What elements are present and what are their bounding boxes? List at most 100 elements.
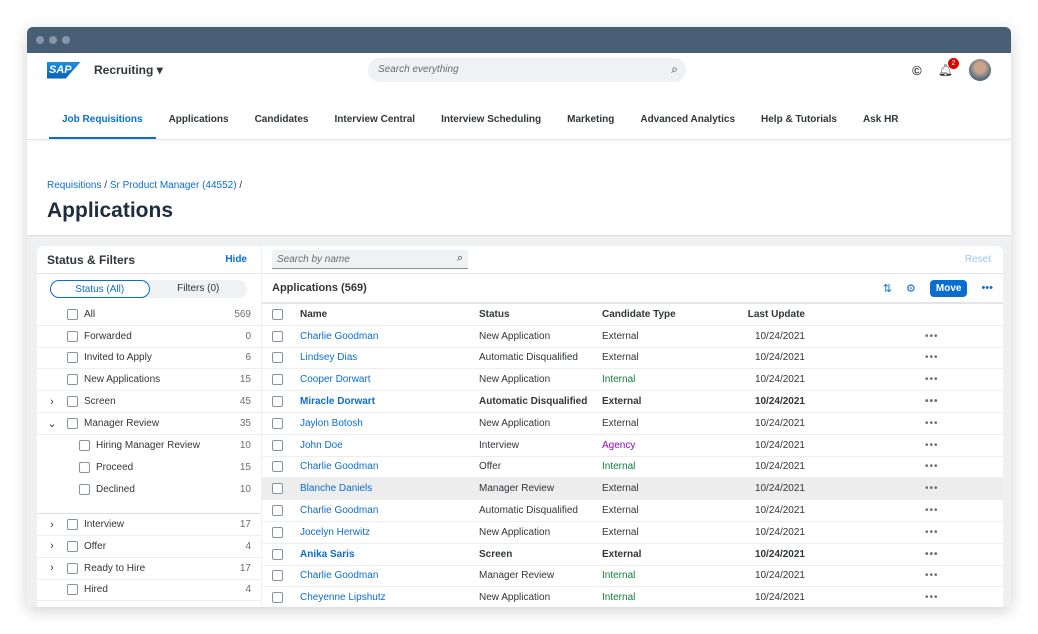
move-button[interactable]: Move (929, 279, 968, 297)
filter-item[interactable]: New Applications 15 (37, 369, 261, 392)
row-checkbox[interactable] (272, 330, 283, 342)
reset-button[interactable]: Reset (965, 254, 991, 265)
filter-checkbox[interactable] (67, 417, 78, 429)
filter-item[interactable]: › Screen 45 (37, 391, 261, 413)
chevron-right-icon[interactable]: › (37, 562, 67, 574)
table-row[interactable]: Cooper Dorwart New Application Internal 10/… (262, 369, 1003, 392)
breadcrumb-requisitions[interactable]: Requisitions (47, 180, 101, 191)
breadcrumb-requisition[interactable]: Sr Product Manager (44552) (110, 180, 237, 191)
window-dot[interactable] (62, 36, 70, 44)
seg-status[interactable]: Status (All) (50, 280, 150, 298)
row-more-icon[interactable]: ••• (925, 483, 939, 494)
row-checkbox[interactable] (272, 505, 283, 517)
tab-help-tutorials[interactable]: Help & Tutorials (748, 114, 850, 139)
candidate-name-link[interactable]: Jaylon Botosh (300, 418, 479, 429)
tab-interview-central[interactable]: Interview Central (321, 114, 428, 139)
row-checkbox[interactable] (272, 570, 283, 582)
table-row[interactable]: Charlie Goodman New Application External 10… (262, 326, 1003, 348)
row-more-icon[interactable]: ••• (925, 549, 939, 560)
global-search-input[interactable]: Search everything ⌕ (368, 58, 686, 82)
candidate-name-link[interactable]: Blanche Daniels (300, 483, 479, 494)
row-checkbox[interactable] (272, 483, 283, 495)
row-more-icon[interactable]: ••• (925, 527, 939, 538)
window-dot[interactable] (36, 36, 44, 44)
row-more-icon[interactable]: ••• (925, 440, 939, 451)
table-row[interactable]: Charlie Goodman Manager Review Internal 10/… (262, 566, 1003, 588)
filter-item[interactable]: All 569 (37, 304, 261, 326)
col-name[interactable]: Name (300, 309, 479, 320)
filter-checkbox[interactable] (67, 584, 78, 596)
search-icon[interactable]: ⌕ (457, 252, 463, 265)
tab-job-requisitions[interactable]: Job Requisitions (49, 114, 156, 139)
table-row[interactable]: Jaylon Botosh New Application External 10/2… (262, 413, 1003, 435)
candidate-name-link[interactable]: Miracle Dorwart (300, 396, 479, 407)
filter-subitem[interactable]: Hiring Manager Review 10 (37, 435, 261, 457)
candidate-name-link[interactable]: Charlie Goodman (300, 461, 479, 472)
table-row[interactable]: Charlie Goodman Automatic Disqualified Ext… (262, 500, 1003, 522)
filter-checkbox[interactable] (79, 483, 90, 495)
chevron-right-icon[interactable]: › (37, 540, 67, 552)
row-more-icon[interactable]: ••• (925, 331, 939, 342)
filter-checkbox[interactable] (67, 396, 78, 408)
table-row[interactable]: Charlie Goodman Offer Internal 10/24/2021 ••… (262, 457, 1003, 479)
row-checkbox[interactable] (272, 439, 283, 451)
filter-item[interactable]: Forwarded 0 (37, 326, 261, 348)
filter-subitem[interactable]: Declined 10 (37, 478, 261, 500)
tab-applications[interactable]: Applications (156, 114, 242, 139)
candidate-name-link[interactable]: John Doe (300, 440, 479, 451)
candidate-name-link[interactable]: Jocelyn Herwitz (300, 527, 479, 538)
table-row[interactable]: Lindsey Dias Automatic Disqualified Extern… (262, 348, 1003, 370)
avatar[interactable] (969, 59, 991, 81)
candidate-name-link[interactable]: Anika Saris (300, 549, 479, 560)
row-checkbox[interactable] (272, 526, 283, 538)
seg-filters[interactable]: Filters (0) (150, 280, 248, 298)
chevron-down-icon[interactable]: ⌄ (37, 417, 67, 430)
row-more-icon[interactable]: ••• (925, 505, 939, 516)
copilot-icon[interactable]: © (912, 63, 922, 78)
more-icon[interactable]: ••• (981, 282, 993, 294)
row-more-icon[interactable]: ••• (925, 592, 939, 603)
tab-advanced-analytics[interactable]: Advanced Analytics (627, 114, 748, 139)
row-more-icon[interactable]: ••• (925, 374, 939, 385)
filter-checkbox[interactable] (79, 461, 90, 473)
row-checkbox[interactable] (272, 592, 283, 604)
row-checkbox[interactable] (272, 374, 283, 386)
search-icon[interactable]: ⌕ (671, 62, 678, 77)
sort-icon[interactable]: ⇅ (883, 282, 892, 295)
col-status[interactable]: Status (479, 309, 602, 320)
filter-item[interactable]: › Ready to Hire 17 (37, 558, 261, 580)
row-checkbox[interactable] (272, 352, 283, 364)
name-search-input[interactable]: Search by name ⌕ (272, 250, 468, 269)
table-row[interactable]: Cheyenne Lipshutz New Application Internal… (262, 587, 1003, 607)
candidate-name-link[interactable]: Charlie Goodman (300, 505, 479, 516)
chevron-right-icon[interactable]: › (37, 396, 67, 408)
filter-checkbox[interactable] (67, 540, 78, 552)
filter-checkbox[interactable] (67, 352, 78, 364)
row-more-icon[interactable]: ••• (925, 352, 939, 363)
row-checkbox[interactable] (272, 548, 283, 560)
chevron-right-icon[interactable]: › (37, 519, 67, 531)
filter-subitem[interactable]: Proceed 15 (37, 457, 261, 479)
tab-candidates[interactable]: Candidates (242, 114, 322, 139)
col-type[interactable]: Candidate Type (602, 309, 726, 320)
app-switcher[interactable]: Recruiting ▾ (94, 63, 163, 77)
tab-ask-hr[interactable]: Ask HR (850, 114, 912, 139)
filter-item[interactable]: ⌄ Manager Review 35 (37, 413, 261, 435)
hide-button[interactable]: Hide (225, 254, 247, 265)
filter-item[interactable]: › Interview 17 (37, 514, 261, 536)
row-checkbox[interactable] (272, 417, 283, 429)
table-row[interactable]: Miracle Dorwart Automatic Disqualified Ext… (262, 391, 1003, 413)
filter-item[interactable]: › Offer 4 (37, 536, 261, 558)
candidate-name-link[interactable]: Cheyenne Lipshutz (300, 592, 479, 603)
filter-checkbox[interactable] (67, 519, 78, 531)
candidate-name-link[interactable]: Lindsey Dias (300, 352, 479, 363)
row-more-icon[interactable]: ••• (925, 461, 939, 472)
candidate-name-link[interactable]: Charlie Goodman (300, 570, 479, 581)
filter-item[interactable]: Hired 4 (37, 580, 261, 602)
row-more-icon[interactable]: ••• (925, 396, 939, 407)
row-more-icon[interactable]: ••• (925, 570, 939, 581)
candidate-name-link[interactable]: Charlie Goodman (300, 331, 479, 342)
row-more-icon[interactable]: ••• (925, 418, 939, 429)
tab-interview-scheduling[interactable]: Interview Scheduling (428, 114, 554, 139)
filter-checkbox[interactable] (67, 330, 78, 342)
